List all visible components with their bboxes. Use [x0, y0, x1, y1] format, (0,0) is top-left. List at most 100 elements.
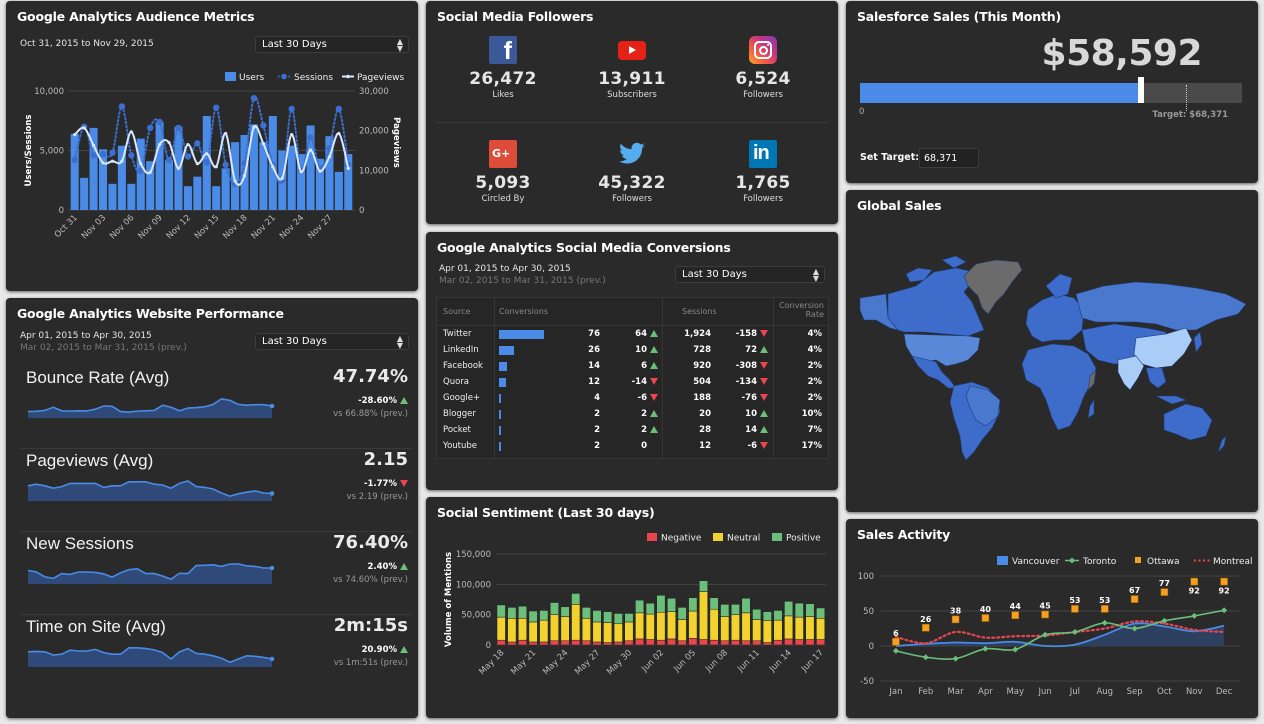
x-tick-label: May 24 — [541, 648, 570, 677]
bar-neutral — [571, 604, 581, 641]
bar-negative — [741, 640, 751, 646]
arrow-up-icon — [400, 646, 408, 653]
follower-label: Followers — [612, 194, 652, 204]
conversions-value: 12 — [588, 377, 600, 387]
sparkline — [27, 480, 275, 501]
map-region-europe — [1025, 293, 1085, 343]
point-pageviews — [205, 152, 209, 156]
period-select[interactable]: Last 30 Days ▲ ▼ — [255, 333, 409, 350]
conversion-rate: 2% — [807, 361, 822, 371]
social-item-googleplus: G+ 5,093 Circled By — [438, 140, 568, 204]
data-label-ottawa: 53 — [1069, 596, 1080, 605]
data-label-ottawa: 45 — [1040, 602, 1052, 611]
follower-label: Likes — [492, 90, 514, 100]
bar-neutral — [496, 616, 506, 641]
metric-change: -28.60% — [358, 396, 408, 406]
divider — [436, 122, 828, 123]
bar-positive — [730, 604, 740, 615]
bar-positive — [528, 610, 538, 623]
point-pageviews — [252, 125, 256, 129]
metric-row: Pageviews (Avg) 2.15 -1.77% vs 2.19 (pre… — [20, 449, 412, 532]
social-item-youtube: 13,911 Subscribers — [567, 36, 697, 100]
conversion-rate: 4% — [807, 329, 822, 339]
point-sessions — [99, 150, 107, 158]
conversions-change: -14 — [632, 377, 658, 387]
world-map[interactable] — [846, 190, 1258, 512]
conversion-bar — [499, 442, 501, 451]
point-pageviews — [346, 166, 350, 170]
metric-value: 47.74% — [333, 366, 408, 387]
sessions-change-value: -158 — [735, 329, 757, 339]
sparkline-end-dot — [269, 565, 275, 571]
point-sessions — [203, 159, 210, 166]
point-pageviews — [195, 161, 199, 166]
sessions-value: 28 — [699, 425, 711, 435]
sessions-change-value: -134 — [735, 377, 757, 387]
conversions-value: 4 — [594, 393, 600, 403]
map-region-india — [1117, 355, 1145, 391]
point-pageviews — [261, 142, 265, 146]
table-row: Youtube 2 0 12 -6 17% — [437, 438, 828, 454]
x-tick-label: Jun 11 — [735, 648, 762, 675]
bar-positive — [699, 580, 708, 592]
arrow-down-icon — [650, 394, 658, 401]
point-pageviews — [176, 166, 181, 170]
salesforce-panel: Salesforce Sales (This Month) $58,592 0 … — [846, 1, 1258, 183]
bar-positive — [677, 607, 687, 620]
metric-value: 2.15 — [363, 449, 408, 470]
metric-change: -1.77% — [364, 479, 408, 489]
y-axis-label: Volume of Mentions — [444, 552, 454, 647]
point-sessions — [71, 156, 78, 164]
conversion-bar — [499, 394, 502, 403]
bar-negative — [560, 640, 570, 646]
bar-neutral — [784, 615, 794, 640]
legend-swatch-negative — [647, 533, 657, 541]
bar-users — [136, 138, 145, 210]
conversion-rate: 17% — [801, 441, 822, 451]
sessions-value: 728 — [693, 345, 711, 355]
arrow-up-icon — [400, 397, 408, 404]
y-tick-label: 100 — [858, 572, 874, 582]
target-input[interactable]: 68,371 — [919, 148, 979, 168]
map-region-new-zealand — [1217, 435, 1227, 453]
bar-neutral — [816, 618, 826, 640]
data-label-ottawa: 92 — [1189, 587, 1200, 596]
conversions-change-value: -6 — [637, 393, 647, 403]
bar-users — [193, 176, 202, 210]
point-toronto — [1012, 646, 1019, 653]
bar-negative — [784, 638, 794, 646]
map-region-scandinavia — [1045, 273, 1073, 299]
point-sessions — [213, 104, 220, 111]
conversions-change-value: -14 — [631, 377, 647, 387]
sessions-value: 504 — [693, 377, 711, 387]
data-label-ottawa: 6 — [893, 629, 899, 638]
y-tick-label: -50 — [860, 677, 874, 687]
bar-positive — [518, 605, 527, 619]
bar-positive — [784, 601, 794, 617]
social-conversions-panel: Google Analytics Social Media Conversion… — [426, 232, 838, 490]
point-ottawa — [1011, 611, 1019, 619]
conversions-change: 2 — [641, 409, 658, 419]
x-tick-label: Mar — [948, 687, 965, 697]
point-toronto — [922, 654, 929, 661]
data-label-ottawa: 26 — [920, 615, 932, 624]
bar-users — [80, 177, 89, 210]
point-sessions — [194, 140, 201, 147]
arrow-up-icon — [650, 426, 658, 433]
bar-neutral — [635, 612, 645, 640]
point-pageviews — [233, 179, 237, 183]
bar-positive — [794, 602, 804, 618]
bar-neutral — [730, 614, 740, 641]
source-name: Pocket — [443, 425, 471, 435]
point-pageviews — [129, 130, 133, 134]
google-plus-icon: G+ — [489, 140, 517, 168]
point-sessions — [335, 105, 343, 113]
conversion-rate: 2% — [807, 377, 822, 387]
period-select[interactable]: Last 30 Days ▲ ▼ — [675, 266, 825, 283]
x-tick-label: Jun 17 — [799, 648, 826, 675]
sessions-value: 1,924 — [684, 329, 711, 339]
map-region-australia — [1163, 403, 1213, 441]
legend-label-pageviews: Pageviews — [357, 73, 405, 83]
data-label-ottawa: 44 — [1010, 602, 1022, 611]
header-conversions: Conversions — [499, 307, 549, 316]
